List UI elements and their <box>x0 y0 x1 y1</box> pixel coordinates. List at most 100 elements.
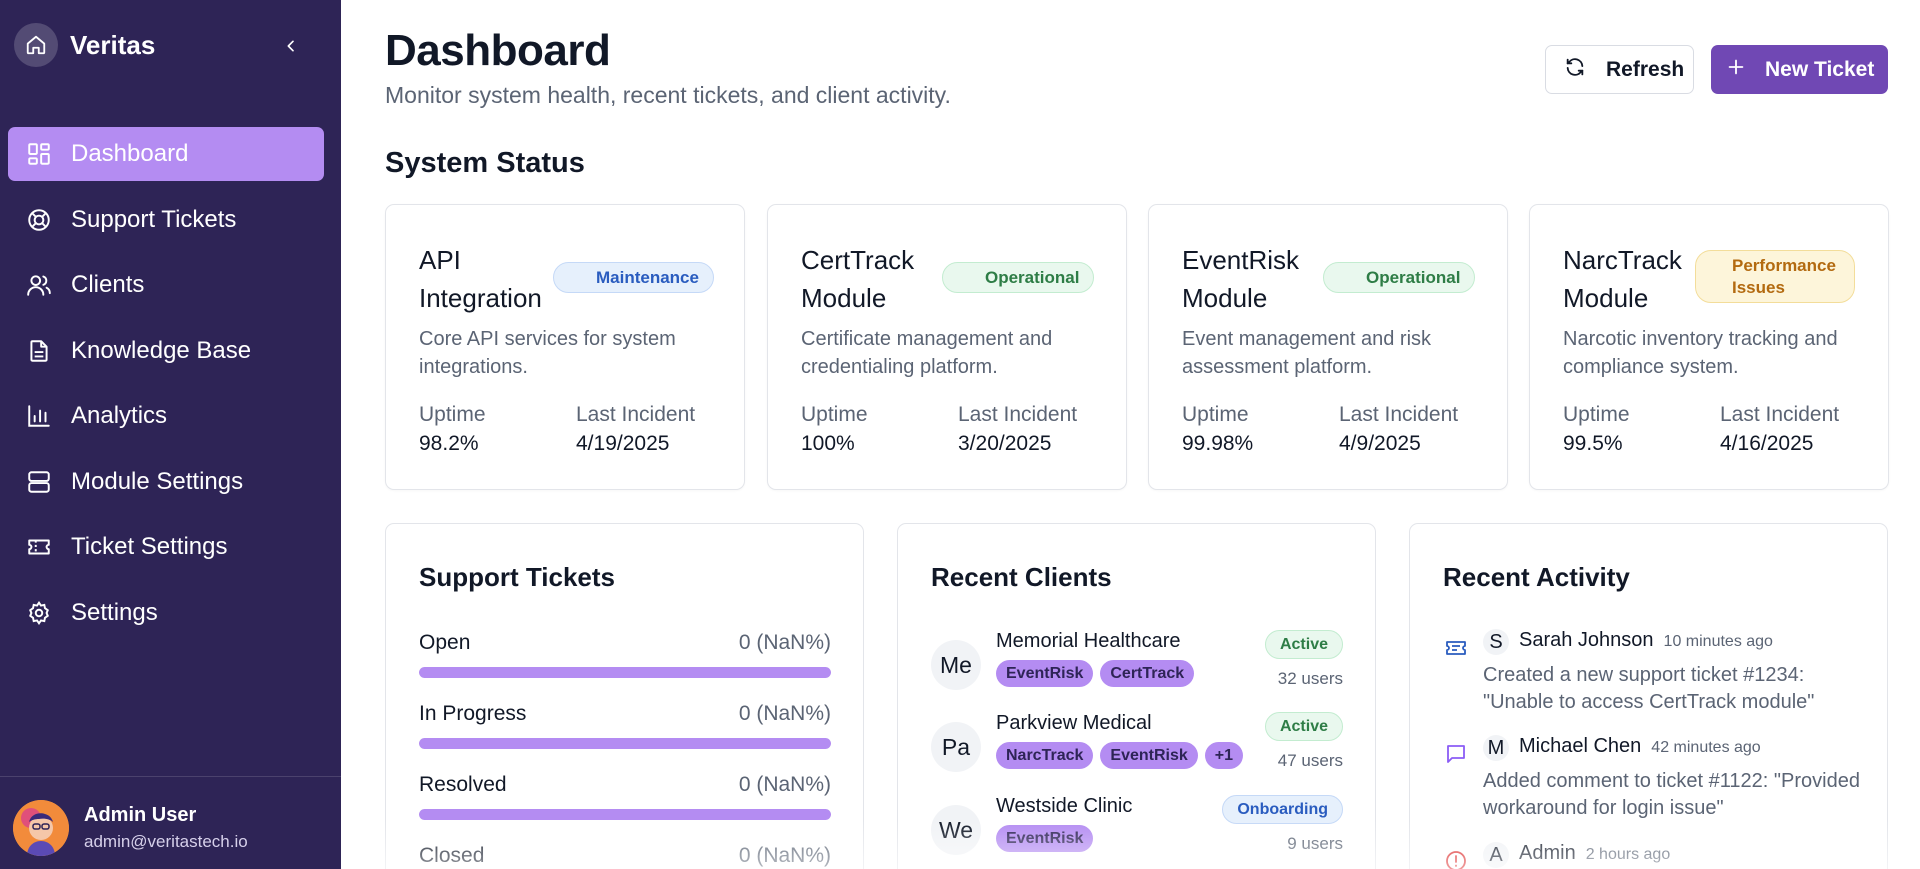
user-email: admin@veritastech.io <box>84 832 248 851</box>
sidebar-item-dashboard[interactable]: Dashboard <box>8 127 324 181</box>
last-incident-value: 4/16/2025 <box>1720 432 1814 455</box>
client-avatar: Pa <box>931 722 981 772</box>
uptime-value: 100% <box>801 432 855 455</box>
ticket-row-in-progress[interactable]: In Progress 0 (NaN%) <box>419 702 831 749</box>
plus-icon <box>1725 56 1747 83</box>
module-name: API Integration <box>419 245 542 313</box>
activity-user: Admin <box>1519 842 1576 864</box>
panel-title: Support Tickets <box>419 562 616 592</box>
sidebar-item-ticket-settings[interactable]: Ticket Settings <box>8 520 324 574</box>
message-icon <box>1443 741 1469 767</box>
ticket-icon <box>1443 635 1469 661</box>
list-item[interactable]: We Westside Clinic EventRisk Onboarding … <box>931 795 1343 865</box>
refresh-button-label: Refresh <box>1606 57 1685 81</box>
sidebar-item-label: Settings <box>71 598 158 626</box>
status-badge: Maintenance <box>553 262 714 293</box>
module-name: CertTrack Module <box>801 245 915 313</box>
layout-grid-icon <box>25 140 53 168</box>
list-item[interactable]: Pa Parkview Medical NarcTrack EventRisk … <box>931 712 1343 782</box>
recent-activity-panel: Recent Activity S Sarah Johnson 10 minut… <box>1409 523 1888 869</box>
status-badge: Operational <box>942 262 1095 293</box>
last-incident-metric: Last Incident 4/16/2025 <box>1720 403 1840 455</box>
sidebar-item-module-settings[interactable]: Module Settings <box>8 455 324 509</box>
sidebar-item-label: Clients <box>71 271 145 298</box>
sidebar-item-support-tickets[interactable]: Support Tickets <box>8 193 324 247</box>
module-tag: NarcTrack <box>996 742 1094 769</box>
uptime-metric: Uptime 99.98% <box>1182 403 1254 455</box>
sidebar-item-settings[interactable]: Settings <box>8 586 324 640</box>
last-incident-metric: Last Incident 4/9/2025 <box>1339 403 1459 455</box>
ticket-row-open[interactable]: Open 0 (NaN%) <box>419 631 831 678</box>
brand-name: Veritas <box>70 29 156 60</box>
user-count: 47 users <box>1277 751 1343 770</box>
module-description: Event management and risk assessment pla… <box>1182 328 1432 378</box>
home-icon <box>14 23 58 67</box>
user-count: 32 users <box>1277 669 1343 688</box>
progress-bar <box>419 809 831 820</box>
status-badge: Performance Issues <box>1695 250 1855 303</box>
module-tag: EventRisk <box>1100 742 1198 769</box>
last-incident-value: 4/9/2025 <box>1339 432 1421 455</box>
chevron-left-icon[interactable] <box>278 33 304 59</box>
module-tag: EventRisk <box>996 660 1094 687</box>
module-name: NarcTrack Module <box>1563 245 1682 313</box>
activity-text: Created a new support ticket #1234: "Una… <box>1483 664 1815 713</box>
user-initial: M <box>1483 735 1509 761</box>
module-tag: EventRisk <box>996 825 1094 852</box>
module-tag: CertTrack <box>1100 660 1195 687</box>
ticket-row-closed[interactable]: Closed 0 (NaN%) <box>419 844 831 868</box>
last-incident-value: 4/19/2025 <box>576 432 670 455</box>
status-badge: Onboarding <box>1222 795 1343 824</box>
bar-chart-icon <box>25 402 53 430</box>
status-badge: Active <box>1264 630 1343 659</box>
client-tags: EventRisk CertTrack <box>996 660 1201 687</box>
sidebar-item-knowledge-base[interactable]: Knowledge Base <box>8 324 324 378</box>
server-icon <box>25 468 53 496</box>
brand[interactable]: Veritas <box>14 23 155 67</box>
uptime-metric: Uptime 99.5% <box>1563 403 1630 455</box>
lifebuoy-icon <box>25 206 53 234</box>
page-title: Dashboard <box>385 26 611 75</box>
last-incident-metric: Last Incident 4/19/2025 <box>576 403 696 455</box>
uptime-value: 99.5% <box>1563 432 1623 455</box>
user-profile[interactable]: Admin User admin@veritastech.io <box>13 800 248 856</box>
client-avatar: Me <box>931 640 981 690</box>
module-description: Core API services for system integration… <box>419 328 676 378</box>
status-card-api-integration: API Integration Maintenance Core API ser… <box>385 204 745 490</box>
module-description: Narcotic inventory tracking and complian… <box>1563 328 1838 378</box>
client-name: Parkview Medical <box>996 712 1152 734</box>
alert-icon <box>1443 848 1469 869</box>
sidebar-item-label: Support Tickets <box>71 205 237 233</box>
client-tags: NarcTrack EventRisk +1 <box>996 742 1250 769</box>
activity-user: Sarah Johnson <box>1519 629 1654 651</box>
status-card-narctrack: NarcTrack Module Performance Issues Narc… <box>1529 204 1889 490</box>
client-tags: EventRisk <box>996 825 1100 852</box>
list-item[interactable]: Me Memorial Healthcare EventRisk CertTra… <box>931 630 1343 700</box>
activity-text: Added comment to ticket #1122: "Provided… <box>1483 770 1860 819</box>
last-incident-metric: Last Incident 3/20/2025 <box>958 403 1078 455</box>
status-card-certtrack: CertTrack Module Operational Certificate… <box>767 204 1127 490</box>
file-text-icon <box>25 337 53 365</box>
activity-time: 2 hours ago <box>1585 846 1671 863</box>
avatar <box>13 800 69 856</box>
ticket-row-resolved[interactable]: Resolved 0 (NaN%) <box>419 773 831 820</box>
recent-clients-panel: Recent Clients Me Memorial Healthcare Ev… <box>897 523 1376 869</box>
new-ticket-button[interactable]: New Ticket <box>1711 45 1888 94</box>
sidebar-item-clients[interactable]: Clients <box>8 258 324 312</box>
panel-title: Recent Clients <box>931 562 1112 592</box>
sidebar-nav: Dashboard Support Tickets Clients Knowle… <box>8 127 324 651</box>
sidebar-item-label: Module Settings <box>71 467 244 495</box>
system-status-title: System Status <box>385 147 585 179</box>
panel-title: Recent Activity <box>1443 562 1630 592</box>
refresh-button[interactable]: Refresh <box>1545 45 1694 94</box>
client-name: Memorial Healthcare <box>996 630 1181 652</box>
uptime-value: 99.98% <box>1182 432 1254 455</box>
module-name: EventRisk Module <box>1182 245 1300 313</box>
uptime-metric: Uptime 98.2% <box>419 403 486 455</box>
user-name: Admin User <box>84 804 197 826</box>
sidebar-item-label: Dashboard <box>71 140 189 167</box>
refresh-icon <box>1564 56 1586 83</box>
sidebar-item-analytics[interactable]: Analytics <box>8 389 324 443</box>
status-badge: Active <box>1264 712 1343 741</box>
progress-bar <box>419 738 831 749</box>
